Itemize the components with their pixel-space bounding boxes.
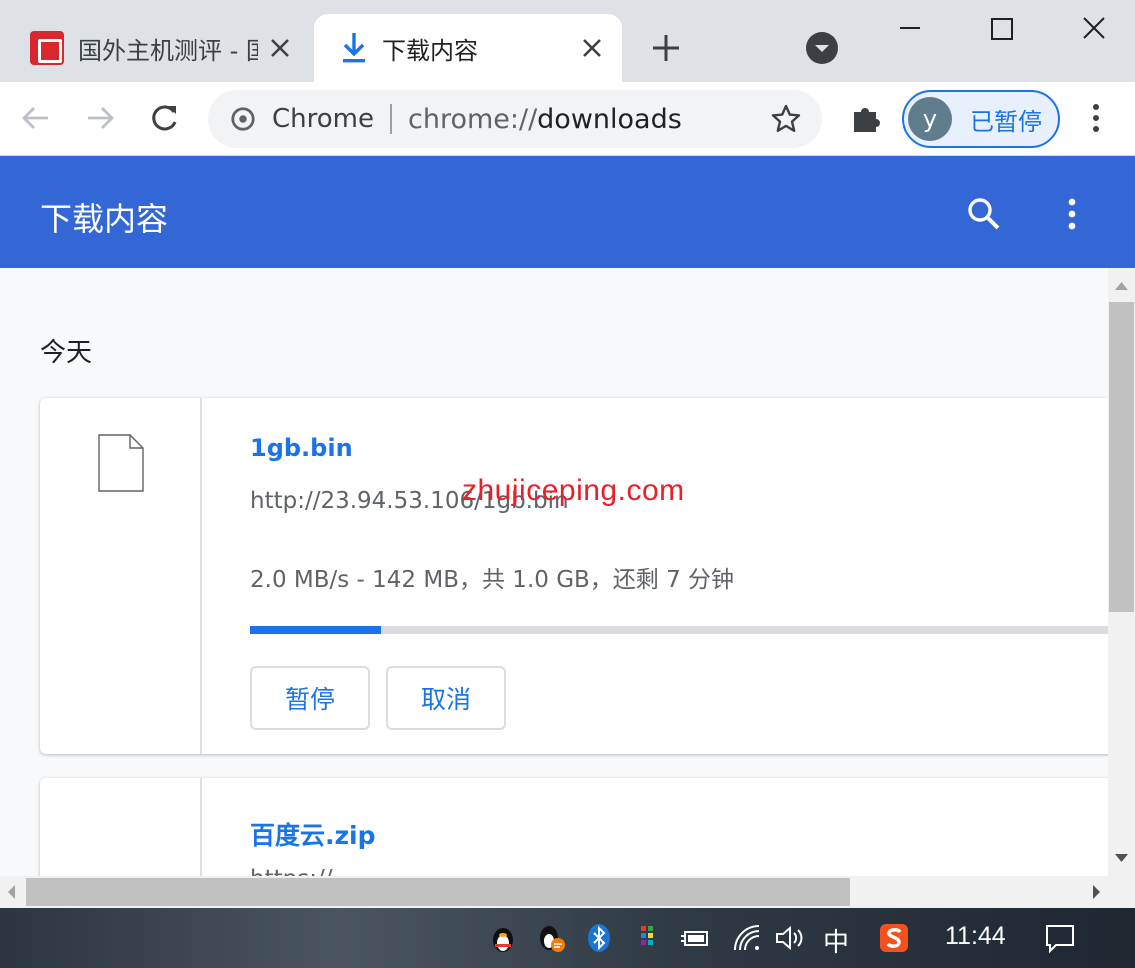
maximize-icon[interactable] <box>982 10 1022 50</box>
qq-message-icon[interactable] <box>535 922 567 954</box>
address-bar[interactable]: Chrome chrome://downloads <box>208 90 822 148</box>
browser-toolbar: Chrome chrome://downloads y 已暂停 <box>0 82 1135 156</box>
extensions-puzzle-icon[interactable] <box>848 100 884 136</box>
tab-title: 下载内容 <box>382 36 478 65</box>
file-url-link[interactable]: https://... <box>250 866 354 876</box>
vertical-scroll-thumb[interactable] <box>1109 302 1134 612</box>
cancel-button[interactable]: 取消 <box>386 666 506 730</box>
clock[interactable]: 11:44 <box>945 922 1006 951</box>
tab-title: 国外主机测评 - 国 <box>78 36 258 65</box>
horizontal-scroll-thumb[interactable] <box>26 878 850 906</box>
close-tab-icon[interactable] <box>580 36 604 60</box>
downloads-header: 下载内容 <box>0 156 1135 268</box>
url-scheme: chrome:// <box>407 103 538 135</box>
date-section-label: 今天 <box>40 338 93 368</box>
battery-charging-icon[interactable] <box>679 922 711 954</box>
bluetooth-icon[interactable] <box>583 922 615 954</box>
file-name-link[interactable]: 百度云.zip <box>250 816 376 852</box>
tab-downloads[interactable]: 下载内容 <box>314 14 622 82</box>
forward-arrow-icon[interactable] <box>82 100 118 136</box>
scroll-left-arrow-icon[interactable] <box>0 876 24 908</box>
watermark-text: zhujiceping.com <box>462 474 685 507</box>
download-item: 1gb.bin http://23.94.53.106/1gb.bin 2.0 … <box>40 398 1108 754</box>
input-method-indicator[interactable]: 中 <box>823 922 849 959</box>
vertical-scrollbar[interactable] <box>1108 268 1135 876</box>
url-path: downloads <box>537 103 682 135</box>
color-grid-app-icon[interactable] <box>631 922 663 954</box>
qq-penguin-icon[interactable] <box>487 922 519 954</box>
file-name-link[interactable]: 1gb.bin <box>250 434 353 462</box>
progress-bar-fill <box>250 626 381 634</box>
sogou-input-icon[interactable] <box>878 922 910 954</box>
downloads-list: 今天 1gb.bin http://23.94.53.106/1gb.bin 2… <box>0 268 1108 876</box>
file-icon-column <box>40 398 202 754</box>
horizontal-scrollbar[interactable] <box>0 876 1108 908</box>
tab-zhujiceping[interactable]: 国外主机测评 - 国 <box>14 14 310 82</box>
profile-button[interactable]: y 已暂停 <box>902 90 1060 148</box>
download-item: 百度云.zip https://... <box>40 778 1108 876</box>
scrollbar-corner <box>1108 876 1135 908</box>
browser-menu-icon[interactable] <box>1078 100 1114 136</box>
windows-taskbar: 中 11:44 <box>0 908 1135 968</box>
wifi-icon[interactable] <box>731 922 763 954</box>
pause-button[interactable]: 暂停 <box>250 666 370 730</box>
progress-bar <box>250 626 1108 634</box>
page-title: 下载内容 <box>40 200 169 238</box>
url-text[interactable]: chrome://downloads <box>408 104 682 135</box>
file-icon <box>98 434 144 492</box>
scroll-right-arrow-icon[interactable] <box>1084 876 1108 908</box>
avatar: y <box>908 97 952 141</box>
minimize-icon[interactable] <box>890 10 930 50</box>
scroll-up-arrow-icon[interactable] <box>1108 268 1135 302</box>
tab-search-icon[interactable] <box>806 32 838 64</box>
site-label: Chrome <box>272 104 374 134</box>
new-tab-plus-icon[interactable] <box>648 30 684 66</box>
scroll-down-arrow-icon[interactable] <box>1108 842 1135 876</box>
search-icon[interactable] <box>964 194 1004 234</box>
omnibox-divider <box>389 104 392 134</box>
tab-strip: 国外主机测评 - 国 下载内容 <box>0 0 1135 82</box>
reload-icon[interactable] <box>146 100 182 136</box>
chrome-logo-icon <box>231 107 255 131</box>
file-icon-column <box>40 778 202 876</box>
back-arrow-icon[interactable] <box>18 100 54 136</box>
volume-icon[interactable] <box>773 922 805 954</box>
close-tab-icon[interactable] <box>268 36 292 60</box>
profile-status-label: 已暂停 <box>970 107 1042 136</box>
download-icon <box>343 33 365 63</box>
site-favicon-icon <box>30 31 64 65</box>
more-options-icon[interactable] <box>1056 194 1088 234</box>
download-status: 2.0 MB/s - 142 MB，共 1.0 GB，还剩 7 分钟 <box>250 567 735 593</box>
notification-center-icon[interactable] <box>1044 922 1076 954</box>
window-close-icon[interactable] <box>1074 10 1114 50</box>
bookmark-star-icon[interactable] <box>770 103 802 135</box>
